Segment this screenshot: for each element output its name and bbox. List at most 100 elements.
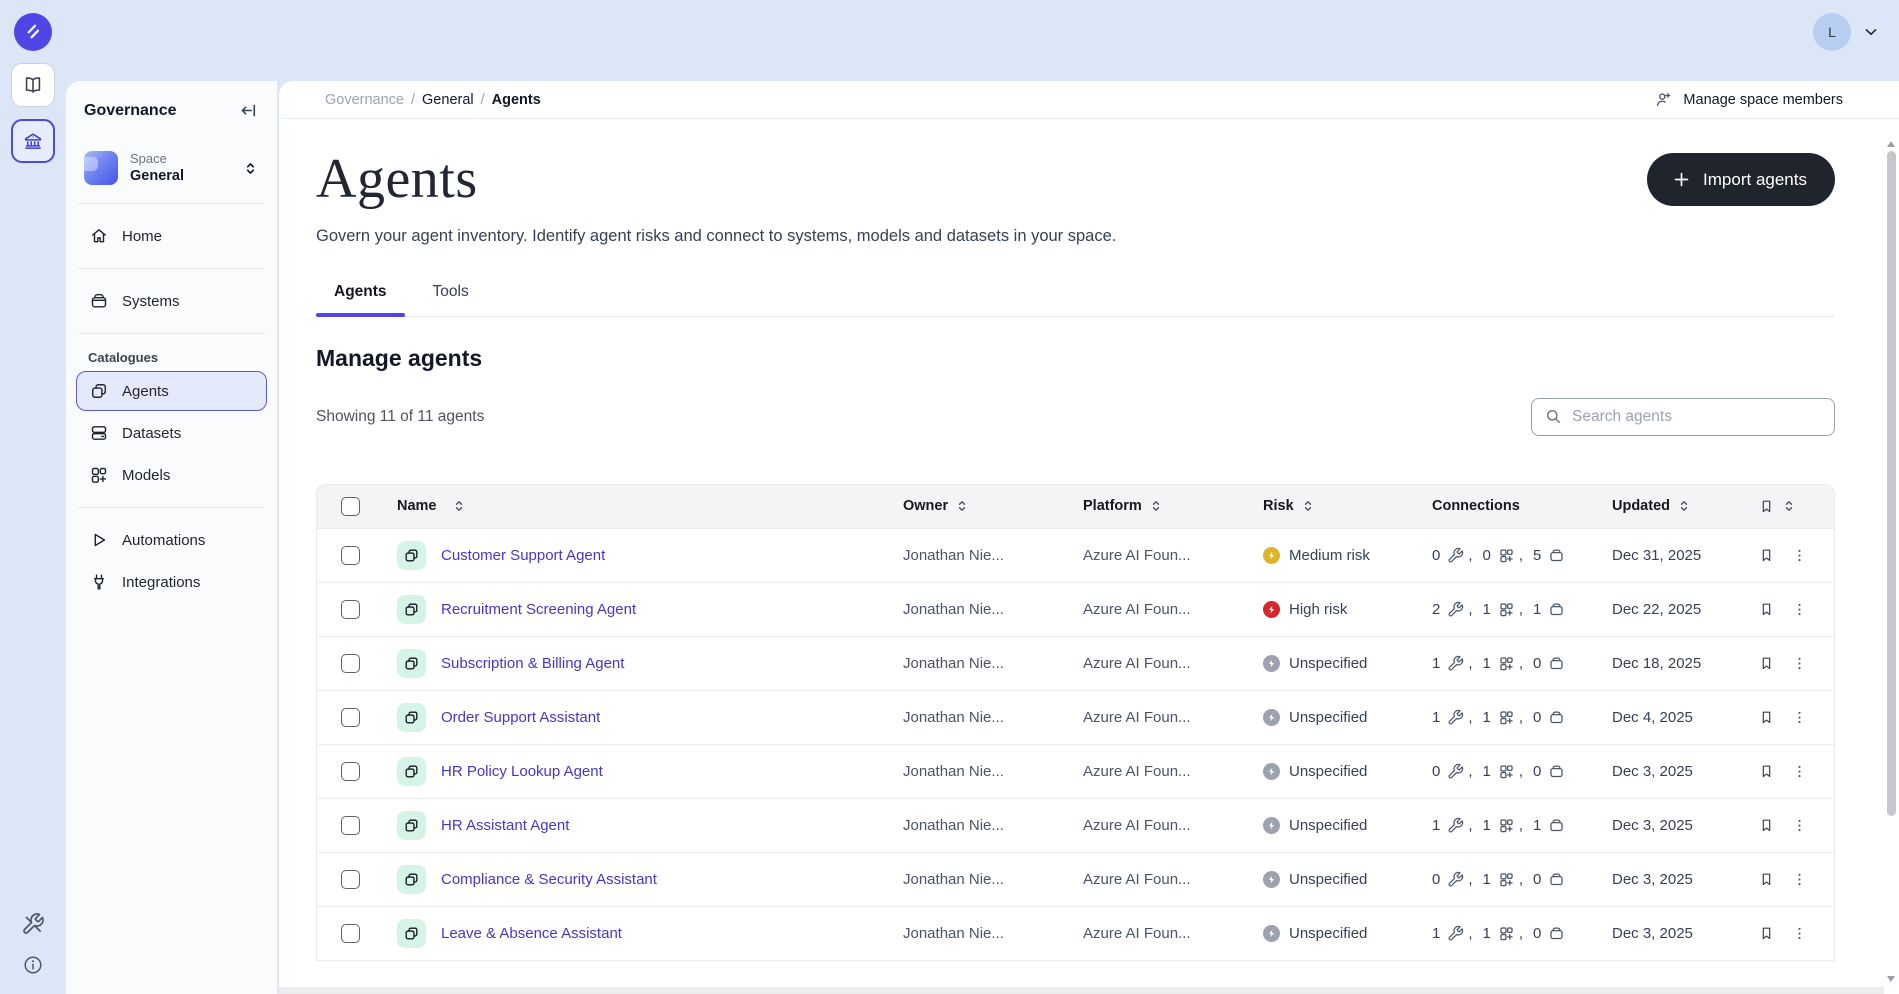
row-checkbox[interactable] bbox=[341, 762, 360, 781]
systems-count: 1 bbox=[1533, 601, 1541, 618]
row-checkbox[interactable] bbox=[341, 600, 360, 619]
horizontal-scrollbar[interactable] bbox=[279, 987, 1884, 994]
row-checkbox[interactable] bbox=[341, 924, 360, 943]
column-header-name[interactable]: Name bbox=[397, 498, 437, 514]
search-box bbox=[1531, 398, 1835, 436]
agent-name-link[interactable]: Leave & Absence Assistant bbox=[441, 925, 622, 942]
comma: , bbox=[1519, 655, 1523, 672]
scroll-up-arrow[interactable] bbox=[1887, 141, 1895, 147]
tools-count: 0 bbox=[1432, 763, 1440, 780]
comma: , bbox=[1468, 547, 1472, 564]
sort-icon[interactable] bbox=[955, 499, 969, 513]
space-switcher[interactable]: Space General bbox=[76, 145, 267, 191]
agent-name-link[interactable]: Customer Support Agent bbox=[441, 547, 605, 564]
divider bbox=[78, 268, 265, 269]
import-agents-button[interactable]: Import agents bbox=[1647, 153, 1835, 206]
agent-name-link[interactable]: Subscription & Billing Agent bbox=[441, 655, 624, 672]
agent-copy-icon bbox=[397, 595, 426, 624]
bookmark-icon[interactable] bbox=[1758, 925, 1775, 942]
user-menu: L bbox=[1813, 13, 1881, 51]
risk-cell: Unspecified bbox=[1263, 763, 1432, 780]
bookmark-icon[interactable] bbox=[1758, 547, 1775, 564]
scrollbar-thumb[interactable] bbox=[1887, 151, 1896, 816]
row-checkbox[interactable] bbox=[341, 816, 360, 835]
bookmark-icon[interactable] bbox=[1758, 817, 1775, 834]
column-header-owner[interactable]: Owner bbox=[903, 498, 948, 514]
sort-icon[interactable] bbox=[1149, 499, 1163, 513]
agent-name-link[interactable]: Recruitment Screening Agent bbox=[441, 601, 636, 618]
agents-copy-icon bbox=[89, 381, 109, 401]
agent-name-link[interactable]: HR Assistant Agent bbox=[441, 817, 569, 834]
brand-logo[interactable] bbox=[14, 13, 52, 51]
row-checkbox[interactable] bbox=[341, 546, 360, 565]
tab-tools[interactable]: Tools bbox=[415, 283, 487, 316]
governance-bank-button[interactable] bbox=[11, 119, 55, 163]
column-header-risk[interactable]: Risk bbox=[1263, 498, 1294, 514]
bookmark-icon[interactable] bbox=[1758, 498, 1775, 515]
sort-icon[interactable] bbox=[452, 499, 466, 513]
systems-icon bbox=[1548, 817, 1565, 834]
row-menu-icon[interactable] bbox=[1791, 925, 1808, 942]
column-header-updated[interactable]: Updated bbox=[1612, 498, 1670, 514]
agent-name-link[interactable]: HR Policy Lookup Agent bbox=[441, 763, 603, 780]
tools-button[interactable] bbox=[21, 912, 45, 936]
row-menu-icon[interactable] bbox=[1791, 763, 1808, 780]
owner-cell: Jonathan Nie... bbox=[903, 871, 1083, 888]
info-button[interactable] bbox=[22, 954, 44, 976]
risk-label: Medium risk bbox=[1289, 547, 1370, 564]
content-header: Governance / General / Agents Manage spa… bbox=[279, 81, 1899, 119]
divider bbox=[78, 203, 265, 204]
sidebar-item-home[interactable]: Home bbox=[76, 216, 267, 256]
chevron-down-icon[interactable] bbox=[1861, 22, 1881, 42]
sidebar-item-automations[interactable]: Automations bbox=[76, 520, 267, 560]
column-header-platform[interactable]: Platform bbox=[1083, 498, 1142, 514]
bookmark-icon[interactable] bbox=[1758, 655, 1775, 672]
row-checkbox[interactable] bbox=[341, 654, 360, 673]
agent-name-link[interactable]: Order Support Assistant bbox=[441, 709, 600, 726]
wrench-icon bbox=[1447, 655, 1464, 672]
risk-label: Unspecified bbox=[1289, 709, 1367, 726]
breadcrumb-root[interactable]: Governance bbox=[325, 92, 404, 108]
systems-count: 0 bbox=[1533, 925, 1541, 942]
bookmark-icon[interactable] bbox=[1758, 763, 1775, 780]
docs-book-button[interactable] bbox=[11, 63, 55, 107]
row-menu-icon[interactable] bbox=[1791, 601, 1808, 618]
row-menu-icon[interactable] bbox=[1791, 871, 1808, 888]
wrench-icon bbox=[1447, 925, 1464, 942]
sidebar-item-label: Datasets bbox=[122, 425, 181, 442]
breadcrumb-middle[interactable]: General bbox=[422, 92, 474, 108]
agent-copy-icon bbox=[397, 703, 426, 732]
bookmark-icon[interactable] bbox=[1758, 601, 1775, 618]
scroll-down-arrow[interactable] bbox=[1887, 976, 1895, 982]
sidebar-item-models[interactable]: Models bbox=[76, 455, 267, 495]
vertical-scrollbar[interactable] bbox=[1884, 81, 1899, 994]
agent-name-link[interactable]: Compliance & Security Assistant bbox=[441, 871, 657, 888]
search-input[interactable] bbox=[1572, 408, 1822, 426]
bookmark-icon[interactable] bbox=[1758, 709, 1775, 726]
section-title: Manage agents bbox=[316, 345, 1835, 372]
row-menu-icon[interactable] bbox=[1791, 655, 1808, 672]
sort-icon[interactable] bbox=[1677, 499, 1691, 513]
row-menu-icon[interactable] bbox=[1791, 709, 1808, 726]
sidebar-item-agents[interactable]: Agents bbox=[76, 371, 267, 411]
info-icon bbox=[22, 954, 44, 976]
tab-agents[interactable]: Agents bbox=[316, 283, 405, 316]
bookmark-icon[interactable] bbox=[1758, 871, 1775, 888]
row-checkbox[interactable] bbox=[341, 870, 360, 889]
collapse-sidebar-icon[interactable] bbox=[238, 100, 259, 121]
sidebar-item-integrations[interactable]: Integrations bbox=[76, 562, 267, 602]
row-menu-icon[interactable] bbox=[1791, 547, 1808, 564]
sidebar-item-systems[interactable]: Systems bbox=[76, 281, 267, 321]
manage-space-members-button[interactable]: Manage space members bbox=[1654, 90, 1843, 109]
avatar[interactable]: L bbox=[1813, 13, 1851, 51]
systems-icon bbox=[89, 291, 109, 311]
sort-icon[interactable] bbox=[1782, 499, 1796, 513]
models-count: 1 bbox=[1483, 655, 1491, 672]
row-menu-icon[interactable] bbox=[1791, 817, 1808, 834]
row-checkbox[interactable] bbox=[341, 708, 360, 727]
sort-icon[interactable] bbox=[1301, 499, 1315, 513]
sidebar-item-datasets[interactable]: Datasets bbox=[76, 413, 267, 453]
agent-copy-icon bbox=[397, 649, 426, 678]
select-all-checkbox[interactable] bbox=[341, 497, 360, 516]
column-header-platform-wrap: Platform bbox=[1083, 498, 1263, 514]
